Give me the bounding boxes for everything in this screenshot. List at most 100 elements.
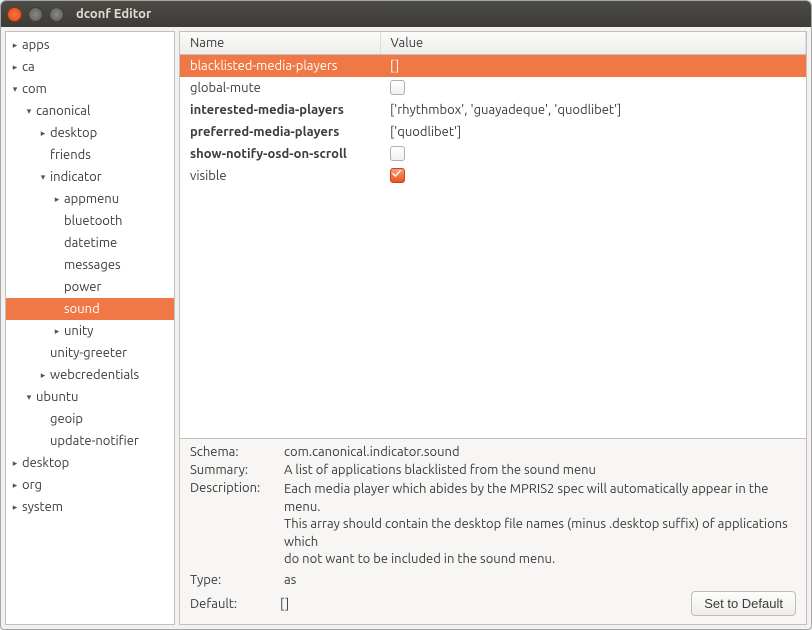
schema-value: com.canonical.indicator.sound	[284, 445, 796, 459]
default-value: []	[280, 597, 289, 611]
tree-item-sound[interactable]: sound	[6, 298, 174, 320]
schema-label: Schema:	[190, 445, 280, 459]
tree-item-friends[interactable]: friends	[6, 144, 174, 166]
checkbox[interactable]	[390, 146, 405, 161]
tree-item-label: com	[20, 82, 47, 96]
tree-item-label: org	[20, 478, 42, 492]
checkbox[interactable]	[390, 168, 405, 183]
tree-item-label: unity-greeter	[48, 346, 127, 360]
tree-item-label: system	[20, 500, 63, 514]
tree-item-apps[interactable]: ▸apps	[6, 34, 174, 56]
table-row[interactable]: global-mute	[180, 77, 806, 99]
tree-item-label: update-notifier	[48, 434, 139, 448]
type-value: as	[284, 573, 796, 587]
chevron-right-icon[interactable]: ▸	[52, 326, 62, 337]
tree-item-system[interactable]: ▸system	[6, 496, 174, 518]
main-pane: Name Value blacklisted-media-players[]gl…	[179, 31, 807, 625]
default-label: Default:	[190, 597, 280, 611]
tree-item-bluetooth[interactable]: bluetooth	[6, 210, 174, 232]
chevron-right-icon[interactable]: ▸	[10, 502, 20, 513]
checkbox[interactable]	[390, 80, 405, 95]
setting-value[interactable]: ['quodlibet']	[380, 121, 806, 143]
type-label: Type:	[190, 573, 280, 587]
chevron-right-icon[interactable]: ▸	[38, 370, 48, 381]
tree-item-messages[interactable]: messages	[6, 254, 174, 276]
setting-value[interactable]	[380, 165, 806, 187]
minimize-icon[interactable]	[28, 7, 43, 22]
table-row[interactable]: interested-media-players['rhythmbox', 'g…	[180, 99, 806, 121]
set-to-default-button[interactable]: Set to Default	[691, 591, 796, 616]
tree-item-label: appmenu	[62, 192, 119, 206]
column-header-name[interactable]: Name	[180, 32, 380, 55]
setting-name: show-notify-osd-on-scroll	[180, 143, 380, 165]
tree-item-label: ubuntu	[34, 390, 78, 404]
chevron-right-icon[interactable]: ▸	[10, 458, 20, 469]
tree-item-webcredentials[interactable]: ▸webcredentials	[6, 364, 174, 386]
tree-item-power[interactable]: power	[6, 276, 174, 298]
setting-name: preferred-media-players	[180, 121, 380, 143]
setting-value[interactable]: []	[380, 55, 806, 77]
settings-table-wrap: Name Value blacklisted-media-players[]gl…	[179, 31, 807, 439]
chevron-down-icon[interactable]: ▾	[24, 106, 34, 117]
tree-item-org[interactable]: ▸org	[6, 474, 174, 496]
tree-item-label: bluetooth	[62, 214, 122, 228]
chevron-right-icon[interactable]: ▸	[10, 40, 20, 51]
window: dconf Editor ▸apps▸ca▾com▾canonical▸desk…	[0, 0, 812, 630]
chevron-right-icon[interactable]: ▸	[38, 128, 48, 139]
chevron-right-icon[interactable]: ▸	[52, 194, 62, 205]
tree-item-label: desktop	[48, 126, 97, 140]
summary-value: A list of applications blacklisted from …	[284, 463, 796, 477]
setting-value[interactable]	[380, 77, 806, 99]
titlebar: dconf Editor	[1, 1, 811, 27]
tree-item-label: apps	[20, 38, 50, 52]
tree-item-desktop[interactable]: ▸desktop	[6, 452, 174, 474]
chevron-down-icon[interactable]: ▾	[24, 392, 34, 403]
tree-sidebar[interactable]: ▸apps▸ca▾com▾canonical▸desktopfriends▾in…	[5, 31, 175, 625]
tree-item-label: canonical	[34, 104, 90, 118]
tree-item-label: unity	[62, 324, 93, 338]
tree-item-datetime[interactable]: datetime	[6, 232, 174, 254]
tree-item-unity-greeter[interactable]: unity-greeter	[6, 342, 174, 364]
column-header-value[interactable]: Value	[380, 32, 806, 55]
tree-item-ca[interactable]: ▸ca	[6, 56, 174, 78]
chevron-down-icon[interactable]: ▾	[38, 172, 48, 183]
tree-item-unity[interactable]: ▸unity	[6, 320, 174, 342]
tree-item-label: messages	[62, 258, 121, 272]
settings-table: Name Value blacklisted-media-players[]gl…	[180, 32, 806, 187]
content-pane: ▸apps▸ca▾com▾canonical▸desktopfriends▾in…	[1, 27, 811, 629]
table-row[interactable]: blacklisted-media-players[]	[180, 55, 806, 77]
tree-item-label: datetime	[62, 236, 117, 250]
setting-name: blacklisted-media-players	[180, 55, 380, 77]
tree-item-ubuntu[interactable]: ▾ubuntu	[6, 386, 174, 408]
maximize-icon[interactable]	[49, 7, 64, 22]
tree-item-label: power	[62, 280, 101, 294]
table-row[interactable]: visible	[180, 165, 806, 187]
tree-item-label: sound	[62, 302, 100, 316]
tree-item-com[interactable]: ▾com	[6, 78, 174, 100]
tree-item-label: indicator	[48, 170, 102, 184]
chevron-down-icon[interactable]: ▾	[10, 84, 20, 95]
tree-item-geoip[interactable]: geoip	[6, 408, 174, 430]
description-value: Each media player which abides by the MP…	[284, 481, 796, 569]
tree-item-label: desktop	[20, 456, 69, 470]
close-icon[interactable]	[7, 7, 22, 22]
chevron-right-icon[interactable]: ▸	[10, 480, 20, 491]
tree-item-appmenu[interactable]: ▸appmenu	[6, 188, 174, 210]
tree-item-label: geoip	[48, 412, 83, 426]
tree-item-desktop[interactable]: ▸desktop	[6, 122, 174, 144]
table-row[interactable]: show-notify-osd-on-scroll	[180, 143, 806, 165]
description-label: Description:	[190, 481, 280, 569]
tree-item-label: friends	[48, 148, 91, 162]
setting-name: global-mute	[180, 77, 380, 99]
tree-item-indicator[interactable]: ▾indicator	[6, 166, 174, 188]
tree-item-label: webcredentials	[48, 368, 139, 382]
table-row[interactable]: preferred-media-players['quodlibet']	[180, 121, 806, 143]
tree-item-canonical[interactable]: ▾canonical	[6, 100, 174, 122]
setting-name: interested-media-players	[180, 99, 380, 121]
tree-item-label: ca	[20, 60, 35, 74]
setting-name: visible	[180, 165, 380, 187]
tree-item-update-notifier[interactable]: update-notifier	[6, 430, 174, 452]
chevron-right-icon[interactable]: ▸	[10, 62, 20, 73]
setting-value[interactable]: ['rhythmbox', 'guayadeque', 'quodlibet']	[380, 99, 806, 121]
setting-value[interactable]	[380, 143, 806, 165]
